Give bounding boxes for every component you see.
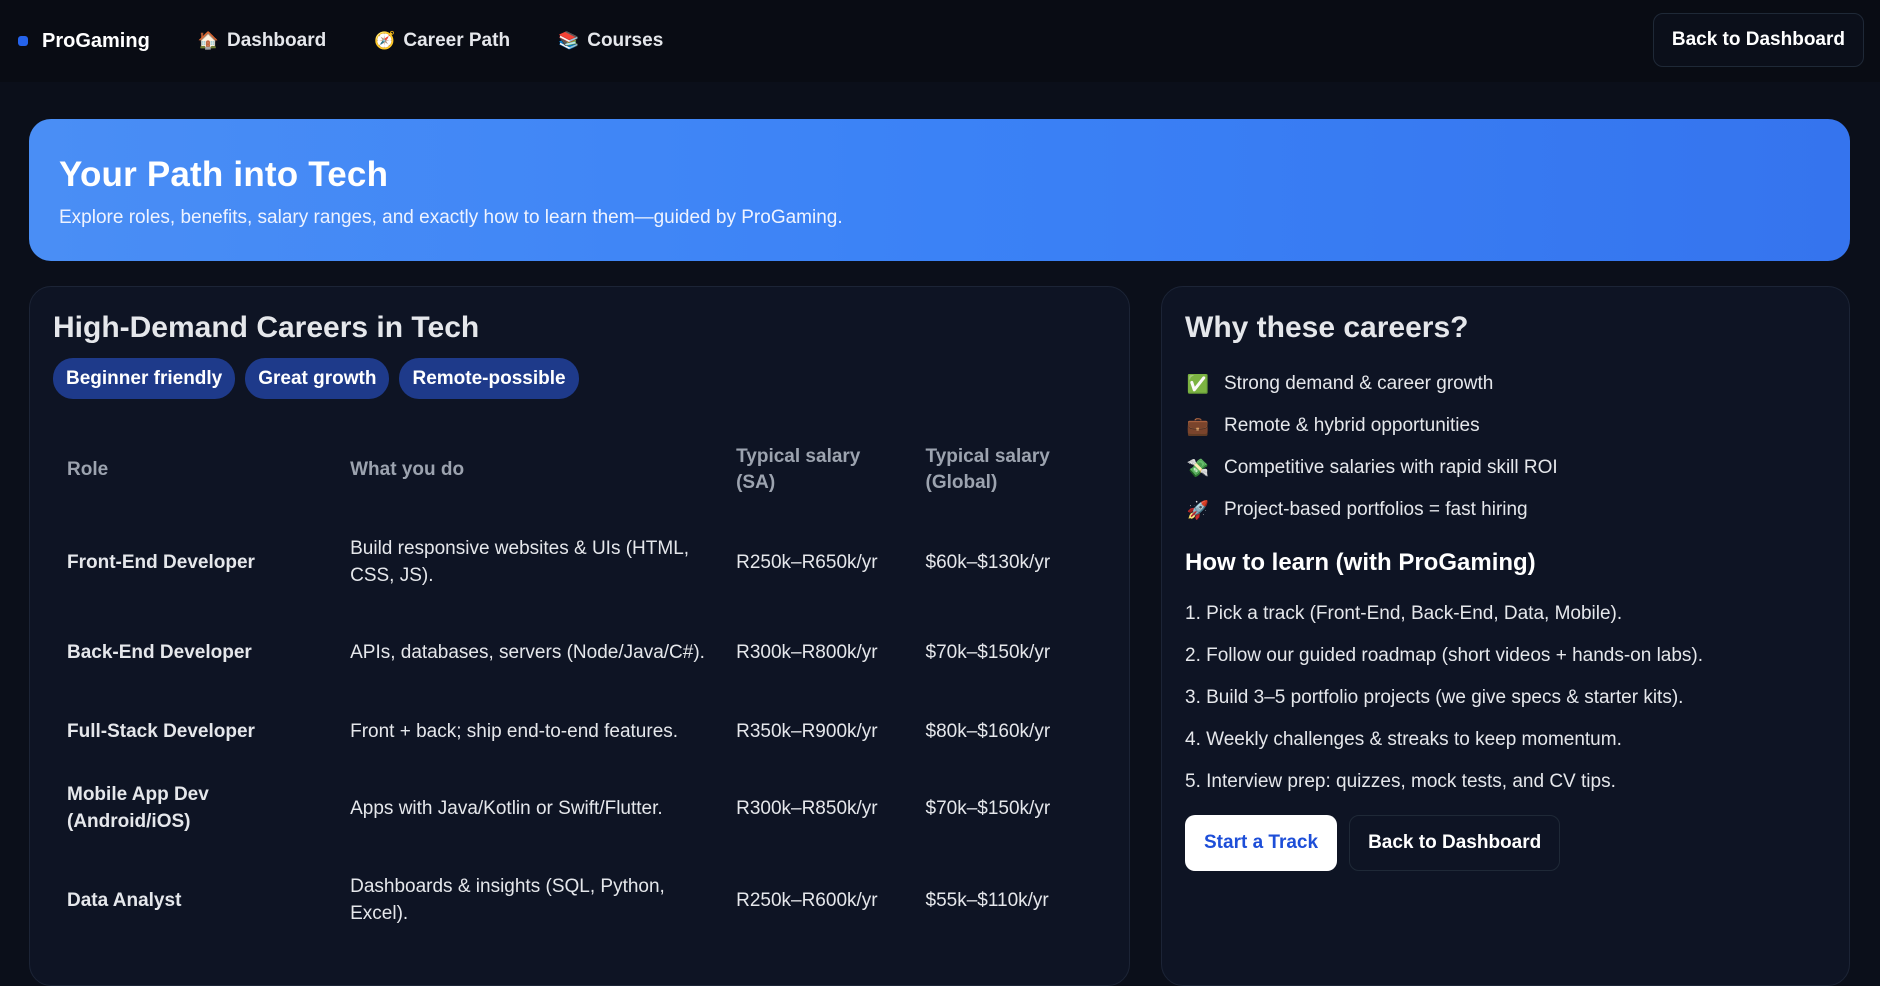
step-item: 5. Interview prep: quizzes, mock tests, … (1185, 771, 1616, 792)
hero-banner: Your Path into Tech Explore roles, benef… (29, 119, 1850, 261)
step-item: 1. Pick a track (Front-End, Back-End, Da… (1185, 603, 1623, 624)
list-item: 💸 Competitive salaries with rapid skill … (1185, 447, 1826, 489)
what-cell: Apps with Java/Kotlin or Swift/Flutter. (350, 797, 663, 819)
page-title: Your Path into Tech (59, 155, 389, 194)
table-header-row: Role What you do Typical salary (SA) Typ… (53, 421, 1103, 519)
benefit-text: Strong demand & career growth (1224, 373, 1494, 394)
salary-sa-cell: R300k–R800k/yr (736, 642, 878, 663)
action-buttons: Start a Track Back to Dashboard (1185, 815, 1826, 871)
role-cell: Front-End Developer (67, 551, 255, 573)
table-row: Back-End Developer APIs, databases, serv… (53, 605, 1103, 700)
nav-link-label: Career Path (403, 30, 511, 51)
learn-title: How to learn (with ProGaming) (1185, 549, 1536, 576)
role-cell: Full-Stack Developer (67, 720, 255, 742)
step-item: 4. Weekly challenges & streaks to keep m… (1185, 729, 1622, 750)
careers-table: Role What you do Typical salary (SA) Typ… (53, 421, 1103, 946)
books-icon: 📚 (558, 31, 580, 50)
check-icon: ✅ (1186, 373, 1210, 394)
tag-remote-possible: Remote-possible (399, 358, 579, 399)
nav-link-career-path[interactable]: 🧭 Career Path (374, 30, 510, 52)
back-to-dashboard-button[interactable]: Back to Dashboard (1652, 13, 1864, 67)
what-cell: Dashboards & insights (SQL, Python, Exce… (350, 876, 665, 924)
salary-global-cell: $70k–$150k/yr (925, 797, 1051, 819)
benefit-text: Remote & hybrid opportunities (1224, 415, 1480, 436)
salary-sa-cell: R350k–R900k/yr (736, 720, 878, 742)
list-item: 🚀 Project-based portfolios = fast hiring (1185, 489, 1826, 531)
brand-logo-icon (18, 36, 28, 46)
compass-icon: 🧭 (374, 31, 396, 50)
salary-global-cell: $55k–$110k/yr (925, 889, 1049, 911)
what-cell: Front + back; ship end-to-end features. (350, 720, 679, 742)
nav-link-label: Courses (587, 30, 664, 51)
salary-sa-cell: R250k–R650k/yr (736, 551, 878, 573)
why-card: Why these careers? ✅ Strong demand & car… (1161, 286, 1850, 986)
money-icon: 💸 (1186, 457, 1210, 478)
start-track-button[interactable]: Start a Track (1185, 815, 1338, 871)
salary-global-cell: $70k–$150k/yr (925, 642, 1051, 663)
column-header-what: What you do (350, 459, 465, 480)
what-cell: APIs, databases, servers (Node/Java/C#). (350, 642, 705, 663)
role-cell: Back-End Developer (67, 642, 252, 663)
top-nav: ProGaming 🏠 Dashboard 🧭 Career Path 📚 Co… (0, 0, 1880, 82)
role-cell: Mobile App Dev (Android/iOS) (67, 784, 209, 832)
salary-sa-cell: R250k–R600k/yr (736, 889, 878, 911)
why-title: Why these careers? (1185, 311, 1469, 344)
table-row: Data Analyst Dashboards & insights (SQL,… (53, 854, 1103, 946)
salary-sa-cell: R300k–R850k/yr (736, 797, 878, 819)
benefit-text: Project-based portfolios = fast hiring (1224, 499, 1528, 520)
rocket-icon: 🚀 (1186, 499, 1210, 520)
salary-global-cell: $80k–$160k/yr (925, 720, 1051, 742)
column-header-role: Role (67, 459, 109, 480)
role-cell: Data Analyst (67, 889, 182, 911)
table-row: Full-Stack Developer Front + back; ship … (53, 700, 1103, 762)
nav-link-dashboard[interactable]: 🏠 Dashboard (198, 30, 326, 52)
briefcase-icon: 💼 (1186, 415, 1210, 436)
careers-card: High-Demand Careers in Tech Beginner fri… (29, 286, 1130, 986)
salary-global-cell: $60k–$130k/yr (925, 551, 1051, 573)
nav-link-courses[interactable]: 📚 Courses (558, 30, 663, 52)
brand[interactable]: ProGaming (18, 30, 150, 53)
column-header-salary-sa: Typical salary (SA) (736, 446, 861, 493)
step-item: 3. Build 3–5 portfolio projects (we give… (1185, 687, 1684, 708)
what-cell: Build responsive websites & UIs (HTML, C… (350, 538, 690, 586)
brand-name: ProGaming (42, 29, 150, 52)
benefits-list: ✅ Strong demand & career growth 💼 Remote… (1185, 363, 1826, 531)
careers-title: High-Demand Careers in Tech (53, 311, 480, 344)
table-row: Mobile App Dev (Android/iOS) Apps with J… (53, 762, 1103, 854)
list-item: 💼 Remote & hybrid opportunities (1185, 405, 1826, 447)
table-row: Front-End Developer Build responsive web… (53, 519, 1103, 605)
back-to-dashboard-secondary-button[interactable]: Back to Dashboard (1349, 815, 1561, 871)
step-item: 2. Follow our guided roadmap (short vide… (1185, 645, 1704, 666)
nav-link-label: Dashboard (226, 30, 327, 51)
column-header-salary-global: Typical salary (Global) (925, 446, 1050, 493)
steps-list: 1. Pick a track (Front-End, Back-End, Da… (1185, 593, 1826, 803)
tag-great-growth: Great growth (245, 358, 390, 399)
list-item: ✅ Strong demand & career growth (1185, 363, 1826, 405)
house-icon: 🏠 (197, 31, 219, 50)
benefit-text: Competitive salaries with rapid skill RO… (1224, 457, 1558, 478)
tag-beginner-friendly: Beginner friendly (53, 358, 236, 399)
page-subtitle: Explore roles, benefits, salary ranges, … (59, 207, 843, 228)
tag-list: Beginner friendly Great growth Remote-po… (53, 358, 1106, 399)
